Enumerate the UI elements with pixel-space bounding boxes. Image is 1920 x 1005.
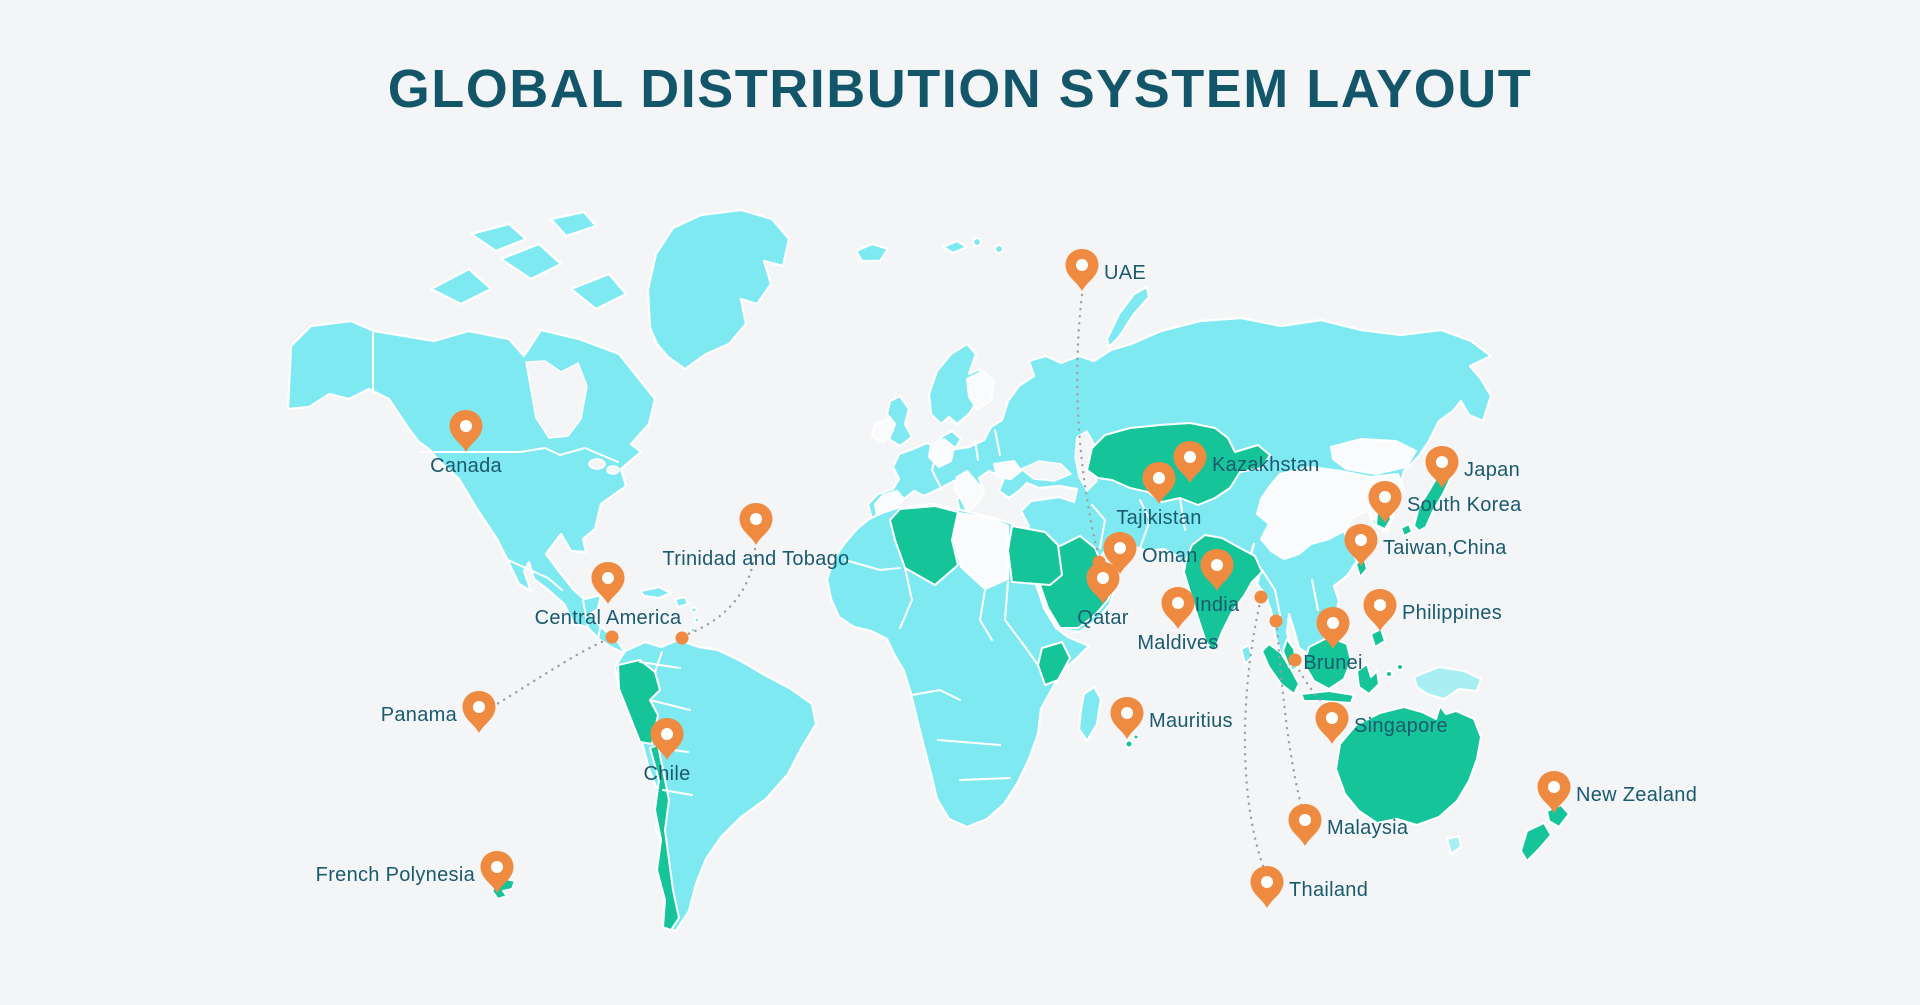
marker-label-mauritius: Mauritius [1149, 710, 1233, 732]
marker-uae: UAE [1066, 249, 1147, 291]
infographic-canvas: GLOBAL DISTRIBUTION SYSTEM LAYOUT [0, 0, 1920, 1005]
marker-label-south-korea: South Korea [1407, 494, 1522, 516]
map-pin-hole [491, 861, 503, 873]
map-pin-hole [1355, 534, 1367, 546]
marker-label-canada: Canada [430, 455, 502, 477]
location-dot-singapore-loc [1289, 654, 1302, 667]
marker-label-thailand: Thailand [1289, 879, 1368, 901]
map-pin-hole [1374, 599, 1386, 611]
country-new-zealand [1521, 805, 1569, 861]
connector-line-panama [492, 640, 606, 707]
marker-taiwan-china: Taiwan,China [1345, 524, 1508, 566]
connector-line-thailand [1245, 603, 1263, 866]
map-pin-hole [1076, 259, 1088, 271]
location-dot-trinidad-loc [676, 632, 689, 645]
marker-label-japan: Japan [1464, 459, 1520, 481]
landmass-north-america [288, 321, 655, 654]
marker-thailand: Thailand [1251, 866, 1369, 908]
map-pin-hole [460, 420, 472, 432]
madagascar [1079, 687, 1101, 741]
marker-label-brunei: Brunei [1303, 652, 1363, 674]
map-pin-hole [1097, 572, 1109, 584]
great-lakes [607, 466, 619, 474]
svalbard-islands [943, 238, 1003, 253]
marker-label-oman: Oman [1142, 545, 1198, 567]
map-pin-hole [1436, 456, 1448, 468]
map-pin-hole [750, 513, 762, 525]
marker-panama: Panama [381, 691, 496, 733]
map-pin-hole [1327, 617, 1339, 629]
map-pin-hole [1114, 542, 1126, 554]
map-pin-hole [1172, 597, 1184, 609]
map-pin-hole [602, 572, 614, 584]
marker-label-malaysia: Malaysia [1327, 817, 1409, 839]
map-pin-hole [473, 701, 485, 713]
marker-label-uae: UAE [1104, 262, 1146, 284]
marker-label-singapore: Singapore [1354, 715, 1448, 737]
location-dot-thailand-loc [1255, 591, 1268, 604]
marker-label-french-polynesia: French Polynesia [316, 864, 476, 886]
marker-japan: Japan [1426, 446, 1521, 488]
map-pin-hole [1211, 559, 1223, 571]
marker-french-polynesia: French Polynesia [316, 851, 514, 893]
marker-label-new-zealand: New Zealand [1576, 784, 1697, 806]
new-guinea [1414, 667, 1481, 699]
world-map: Canada Trinidad and Tobago Central America… [0, 0, 1920, 1005]
great-lakes [589, 459, 605, 469]
map-pin-hole [1379, 491, 1391, 503]
marker-label-central-america: Central America [535, 607, 682, 629]
map-pin-hole [1299, 814, 1311, 826]
marker-trinidad-and-tobago: Trinidad and Tobago [663, 503, 850, 570]
map-pin-hole [1153, 472, 1165, 484]
map-pin-hole [1548, 781, 1560, 793]
country-uk [887, 396, 912, 446]
country-iceland [856, 244, 888, 261]
marker-label-chile: Chile [643, 763, 690, 785]
country-kenya [1038, 642, 1070, 685]
marker-label-philippines: Philippines [1402, 602, 1502, 624]
marker-label-tajikistan: Tajikistan [1116, 507, 1201, 529]
marker-label-qatar: Qatar [1077, 607, 1129, 629]
marker-mauritius: Mauritius [1111, 697, 1233, 739]
marker-philippines: Philippines [1364, 589, 1503, 631]
marker-label-maldives: Maldives [1137, 632, 1218, 654]
map-pin-hole [1121, 707, 1133, 719]
location-dot-malaysia-loc [1270, 615, 1283, 628]
map-pin-hole [661, 728, 673, 740]
marker-label-panama: Panama [381, 704, 458, 726]
map-pin-hole [1261, 876, 1273, 888]
location-dot-panama-loc [606, 631, 619, 644]
landmass-greenland [648, 210, 789, 369]
map-pin-hole [1184, 451, 1196, 463]
tasmania [1447, 836, 1461, 854]
marker-label-taiwan-china: Taiwan,China [1383, 537, 1507, 559]
marker-label-india: India [1195, 594, 1240, 616]
map-pin-hole [1326, 712, 1338, 724]
marker-label-kazakhstan: Kazakhstan [1212, 454, 1320, 476]
marker-label-trinidad-and-tobago: Trinidad and Tobago [663, 548, 850, 570]
arctic-islands [431, 212, 626, 309]
